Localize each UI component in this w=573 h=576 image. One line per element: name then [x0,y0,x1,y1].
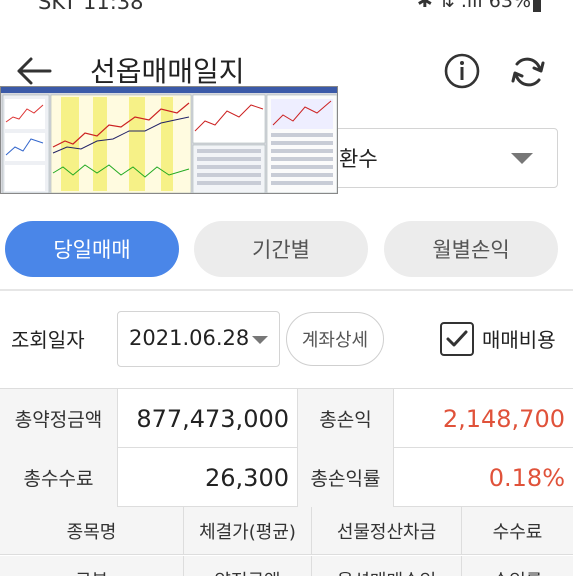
summary-row: 총약정금액 877,473,000 총손익 2,148,700 [0,389,573,448]
status-bar: SKT 11:38 ✱ ⇅ .ıll 63% [0,0,573,14]
tab-monthly-pnl[interactable]: 월별손익 [384,221,558,277]
header-option-pnl: 옵션매매손익 [312,556,462,576]
total-contract-label: 총약정금액 [0,389,118,448]
fee-checkbox-label: 매매비용 [482,328,556,352]
checkmark-icon [446,330,468,347]
carrier-time: SKT 11:38 [38,0,144,14]
account-selected: 환수 [339,147,378,171]
back-arrow-icon[interactable] [14,52,54,90]
info-icon[interactable] [443,52,481,90]
date-select[interactable]: 2021.06.28 [117,311,280,367]
date-label: 조회일자 [11,328,85,352]
tab-daily-trades[interactable]: 당일매매 [5,221,179,277]
divider [0,289,573,291]
total-return-value: 0.18% [488,463,565,492]
chevron-down-icon [511,153,533,164]
signal-icon: .ıll [460,0,483,12]
fee-checkbox[interactable] [440,322,474,356]
wifi-icon: ⇅ [438,0,455,12]
date-value: 2021.06.28 [129,326,250,350]
battery-value: 63% [488,0,531,12]
header-type: 구분 [0,556,184,576]
tab-by-period[interactable]: 기간별 [194,221,368,277]
battery-percent: ✱ ⇅ .ıll 63% [417,0,531,12]
table-header-row: 종목명 체결가(평균) 선물정산차금 수수료 [0,507,573,555]
page-title: 선옵매매일지 [90,55,245,88]
battery-icon [533,0,541,12]
total-fee-value: 26,300 [118,448,298,507]
header-futures-settlement: 선물정산차금 [312,507,462,555]
trading-screenshot-thumbnail [0,86,338,194]
table-header-row: 구분 약정금액 옵션매매손익 손익률 [0,556,573,576]
refresh-icon[interactable] [508,52,548,92]
total-contract-value: 877,473,000 [118,389,298,448]
bluetooth-icon: ✱ [416,0,433,12]
header-return-rate: 손익률 [462,556,573,576]
total-fee-label: 총수수료 [0,448,118,507]
header-contract-amount: 약정금액 [184,556,312,576]
account-detail-button[interactable]: 계좌상세 [286,312,384,366]
chevron-down-icon [252,336,268,344]
header-fee: 수수료 [492,522,543,543]
total-pnl-label: 총손익 [298,389,394,448]
header-avg-price: 체결가(평균) [184,507,312,555]
account-select[interactable]: 환수 [318,128,558,188]
summary-table: 총약정금액 877,473,000 총손익 2,148,700 총수수료 26,… [0,388,573,507]
summary-row: 총수수료 26,300 총손익률 0.18% [0,448,573,507]
total-return-label: 총손익률 [298,448,394,507]
header-item-name: 종목명 [0,507,184,555]
total-pnl-value: 2,148,700 [442,404,565,433]
